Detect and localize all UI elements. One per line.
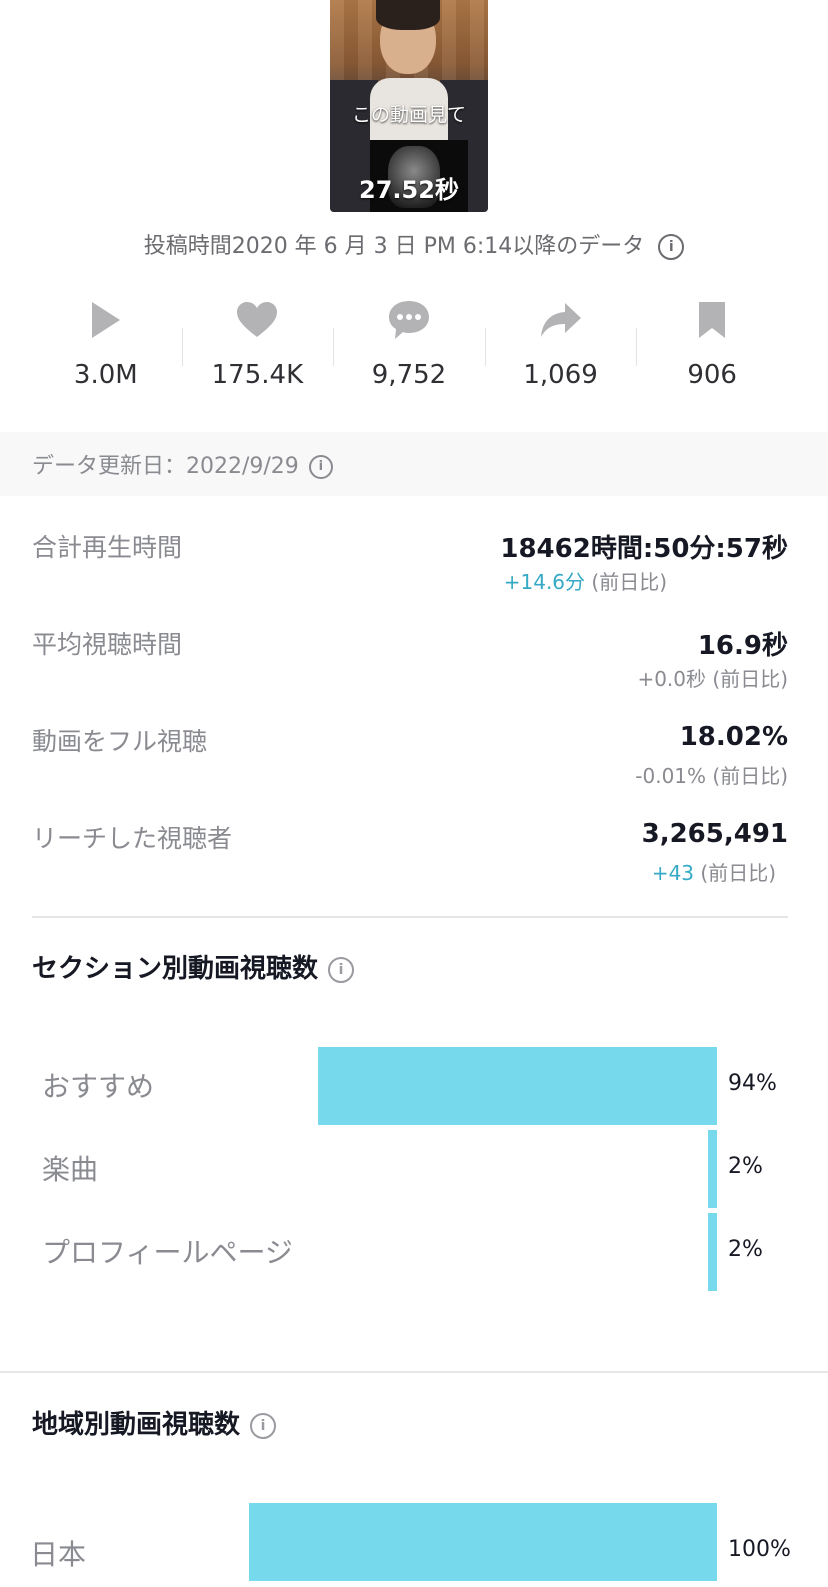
section-bar-percent: 2% xyxy=(728,1154,763,1179)
region-bar-row: 日本 100% xyxy=(0,1503,828,1581)
video-thumbnail[interactable]: この動画見て 27.52秒 xyxy=(330,0,488,212)
comment-icon xyxy=(333,290,485,350)
region-views-title-text: 地域別動画視聴数 xyxy=(32,1410,241,1440)
metric-delta: +14.6分 (前日比) xyxy=(504,566,667,595)
region-bar-percent: 100% xyxy=(728,1537,791,1562)
metric-label: 合計再生時間 xyxy=(32,533,183,562)
video-caption: この動画見て xyxy=(351,104,466,126)
stat-shares: 1,069 xyxy=(484,290,637,410)
info-icon[interactable]: i xyxy=(250,1412,277,1439)
posted-date-label: 投稿時間2020 年 6 月 3 日 PM 6:14以降のデータ xyxy=(143,234,645,259)
section-bar-row: 楽曲 2% xyxy=(0,1130,828,1208)
metric-delta-suffix: (前日比) xyxy=(585,570,667,594)
stat-value: 175.4K xyxy=(211,360,304,390)
section-bar xyxy=(708,1213,717,1291)
metric-label: リーチした視聴者 xyxy=(32,824,233,853)
metric-delta: -0.01% (前日比) xyxy=(635,760,788,789)
section-views-title-text: セクション別動画視聴数 xyxy=(32,954,319,984)
region-views-title: 地域別動画視聴数 i xyxy=(32,1404,277,1441)
section-views-title: セクション別動画視聴数 i xyxy=(32,948,355,985)
bookmark-icon xyxy=(636,290,788,350)
section-bar-row: おすすめ 94% xyxy=(0,1047,828,1125)
section-bar-percent: 2% xyxy=(728,1237,763,1262)
play-icon xyxy=(30,290,182,350)
data-updated-bar: データ更新日：2022/9/29 i xyxy=(0,432,828,496)
info-icon[interactable]: i xyxy=(308,455,333,479)
info-icon[interactable]: i xyxy=(328,956,355,983)
stat-value: 906 xyxy=(687,360,737,390)
metric-total-play-time: 合計再生時間 18462時間:50分:57秒 +14.6分 (前日比) xyxy=(32,528,788,618)
section-bar-row: プロフィールページ 2% xyxy=(0,1213,828,1291)
divider xyxy=(0,1371,828,1373)
metric-value: 18462時間:50分:57秒 xyxy=(500,534,788,564)
metric-full-view-rate: 動画をフル視聴 18.02% -0.01% (前日比) xyxy=(32,722,788,812)
metric-label: 平均視聴時間 xyxy=(32,630,183,659)
metric-delta-suffix: (前日比) xyxy=(706,667,788,691)
stat-value: 1,069 xyxy=(523,360,598,390)
section-bar-label: プロフィールページ xyxy=(42,1236,293,1269)
metric-label: 動画をフル視聴 xyxy=(32,727,208,756)
metric-delta: +0.0秒 (前日比) xyxy=(637,663,788,692)
metric-value: 16.9秒 xyxy=(697,631,788,661)
video-duration: 27.52秒 xyxy=(359,176,459,204)
share-icon xyxy=(485,290,637,350)
section-bar xyxy=(708,1130,717,1208)
metric-delta-value: +43 xyxy=(651,861,695,885)
region-bar xyxy=(249,1503,717,1581)
divider xyxy=(32,916,788,918)
metric-delta-value: -0.01% xyxy=(635,764,707,788)
section-bar xyxy=(317,1047,717,1125)
metric-value: 18.02% xyxy=(679,722,788,752)
section-bar-percent: 94% xyxy=(728,1071,777,1096)
engagement-stats: 3.0M 175.4K 9,752 1,069 906 xyxy=(30,290,788,410)
metric-value: 3,265,491 xyxy=(641,819,788,849)
metric-delta-value: +14.6分 xyxy=(503,570,586,594)
section-bar-label: 楽曲 xyxy=(42,1153,99,1186)
heart-icon xyxy=(182,290,334,350)
stat-comments: 9,752 xyxy=(333,290,485,410)
info-icon[interactable]: i xyxy=(658,234,685,260)
metric-delta-value: +0.0秒 xyxy=(637,667,707,691)
stat-value: 9,752 xyxy=(371,360,447,390)
stat-likes: 175.4K xyxy=(181,290,334,410)
section-bar-label: おすすめ xyxy=(42,1070,155,1103)
posted-date-text: 投稿時間2020 年 6 月 3 日 PM 6:14以降のデータ i xyxy=(0,228,828,260)
stat-saves: 906 xyxy=(636,290,788,410)
metric-reached-audience: リーチした視聴者 3,265,491 +43 (前日比) xyxy=(32,819,788,909)
metric-average-watch-time: 平均視聴時間 16.9秒 +0.0秒 (前日比) xyxy=(32,625,788,715)
region-bar-label: 日本 xyxy=(30,1538,87,1571)
stat-value: 3.0M xyxy=(73,360,138,390)
data-updated-text: データ更新日：2022/9/29 xyxy=(32,454,299,479)
metric-delta-suffix: (前日比) xyxy=(694,861,776,885)
metric-delta: +43 (前日比) xyxy=(652,857,776,886)
metric-delta-suffix: (前日比) xyxy=(706,764,788,788)
stat-views: 3.0M xyxy=(30,290,182,410)
